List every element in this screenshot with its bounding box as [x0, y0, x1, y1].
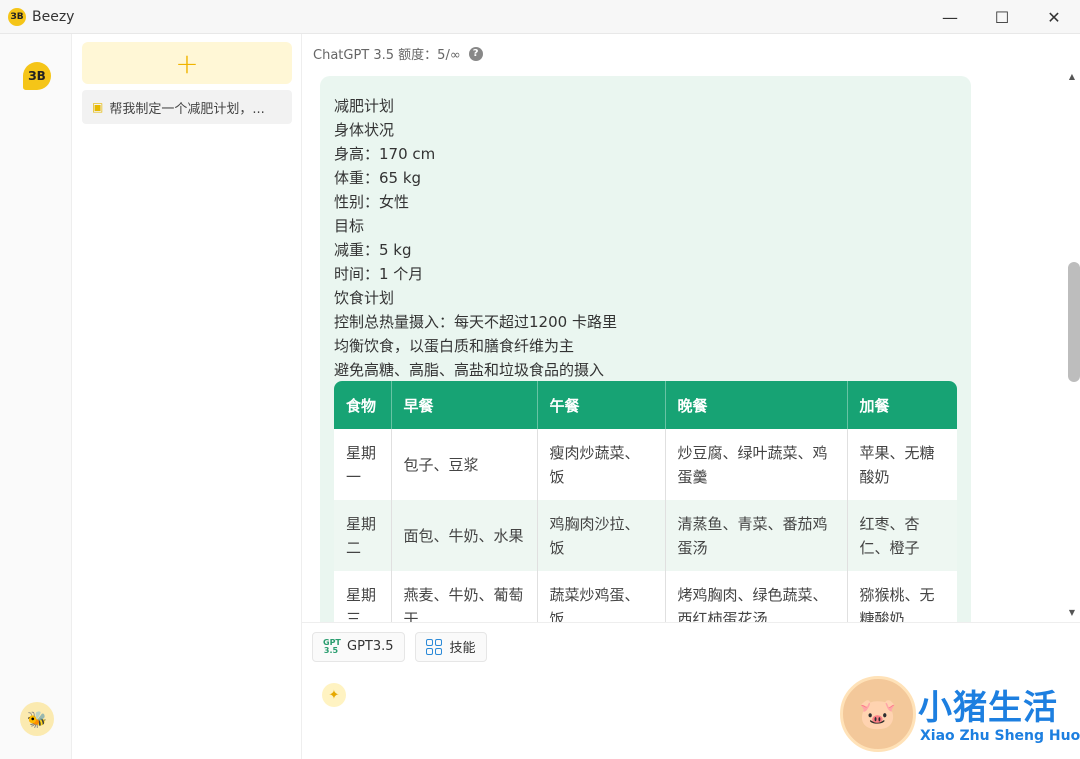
table-cell: 清蒸鱼、青菜、番茄鸡蛋汤: [665, 500, 848, 571]
new-chat-button[interactable]: +: [82, 42, 292, 84]
table-cell: 星期一: [334, 429, 392, 500]
maximize-button[interactable]: ☐: [976, 0, 1028, 34]
table-row: 星期一 包子、豆浆 瘦肉炒蔬菜、饭 炒豆腐、绿叶蔬菜、鸡蛋羹 苹果、无糖酸奶: [334, 429, 957, 500]
conversation-sidebar: + ▣ 帮我制定一个减肥计划，...: [72, 34, 302, 759]
quota-text: ChatGPT 3.5 额度：5/∞: [313, 48, 461, 63]
message-line: 避免高糖、高脂、高盐和垃圾食品的摄入: [334, 361, 605, 379]
scroll-thumb[interactable]: [1068, 262, 1080, 382]
model-select-button[interactable]: GPT 3.5 GPT3.5: [312, 631, 405, 662]
meal-plan-table: 食物 早餐 午餐 晚餐 加餐 星期一 包子、豆浆 瘦肉炒蔬菜、饭 炒豆腐、绿叶蔬…: [334, 381, 957, 622]
message-line: 时间：1 个月: [334, 265, 424, 283]
table-cell: 鸡胸肉沙拉、饭: [537, 500, 666, 571]
model-label: GPT3.5: [347, 639, 394, 654]
chat-bubble-icon: ▣: [92, 100, 104, 114]
message-line: 体重：65 kg: [334, 169, 422, 187]
gpt-icon: GPT 3.5: [323, 637, 341, 655]
message-line: 减重：5 kg: [334, 241, 412, 259]
column-header: 早餐: [391, 381, 538, 429]
message-line: 控制总热量摄入：每天不超过1200 卡路里: [334, 313, 617, 331]
close-button[interactable]: ✕: [1028, 0, 1080, 34]
table-cell: 红枣、杏仁、橙子: [847, 500, 957, 571]
app-logo-icon: ЗB: [8, 7, 26, 26]
message-text: 减肥计划 身体状况 身高：170 cm 体重：65 kg 性别：女性 目标 减重…: [334, 94, 957, 382]
input-toolbar: GPT 3.5 GPT3.5 技能: [302, 622, 1080, 670]
table-cell: 猕猴桃、无糖酸奶: [847, 571, 957, 622]
table-cell: 苹果、无糖酸奶: [847, 429, 957, 500]
table-cell: 瘦肉炒蔬菜、饭: [537, 429, 666, 500]
message-line: 身体状况: [334, 121, 395, 139]
chat-scrollbar[interactable]: ▲ ▼: [1064, 72, 1080, 622]
table-cell: 星期三: [334, 571, 392, 622]
conversation-title: 帮我制定一个减肥计划，...: [109, 101, 265, 117]
table-row: 星期二 面包、牛奶、水果 鸡胸肉沙拉、饭 清蒸鱼、青菜、番茄鸡蛋汤 红枣、杏仁、…: [334, 500, 957, 571]
table-cell: 烤鸡胸肉、绿色蔬菜、西红柿蛋花汤: [665, 571, 848, 622]
chat-area[interactable]: 减肥计划 身体状况 身高：170 cm 体重：65 kg 性别：女性 目标 减重…: [302, 72, 1080, 622]
conversation-item[interactable]: ▣ 帮我制定一个减肥计划，...: [82, 90, 292, 124]
message-line: 性别：女性: [334, 193, 410, 211]
assistant-message: 减肥计划 身体状况 身高：170 cm 体重：65 kg 性别：女性 目标 减重…: [320, 76, 971, 622]
window-controls: — ☐ ✕: [924, 0, 1080, 34]
pig-logo-icon: 🐷: [840, 676, 916, 752]
table-row: 星期三 燕麦、牛奶、葡萄干 蔬菜炒鸡蛋、饭 烤鸡胸肉、绿色蔬菜、西红柿蛋花汤 猕…: [334, 571, 957, 622]
scroll-up-icon[interactable]: ▲: [1064, 72, 1080, 86]
magic-wand-icon[interactable]: ✦: [322, 683, 346, 707]
help-icon[interactable]: ?: [468, 46, 483, 61]
watermark-title: 小猪生活: [918, 688, 1058, 728]
beezy-logo-icon[interactable]: ЗB: [23, 62, 51, 90]
title-bar: ЗB Beezy — ☐ ✕: [0, 0, 1080, 34]
message-line: 减肥计划: [334, 97, 395, 115]
column-header: 加餐: [847, 381, 957, 429]
skills-label: 技能: [449, 641, 476, 656]
message-line: 均衡饮食，以蛋白质和膳食纤维为主: [334, 337, 575, 355]
window-title: Beezy: [32, 8, 75, 25]
table-cell: 炒豆腐、绿叶蔬菜、鸡蛋羹: [665, 429, 848, 500]
message-line: 目标: [334, 217, 365, 235]
watermark-subtitle: Xiao Zhu Sheng Huo: [920, 728, 1080, 744]
minimize-button[interactable]: —: [924, 0, 976, 34]
main-panel: ChatGPT 3.5 额度：5/∞ ? 减肥计划 身体状况 身高：170 cm…: [302, 34, 1080, 759]
column-header: 午餐: [537, 381, 666, 429]
scroll-down-icon[interactable]: ▼: [1064, 608, 1080, 622]
table-cell: 燕麦、牛奶、葡萄干: [391, 571, 538, 622]
skills-button[interactable]: 技能: [414, 631, 487, 662]
table-cell: 面包、牛奶、水果: [391, 500, 538, 571]
bee-avatar-icon[interactable]: 🐝: [20, 702, 54, 736]
watermark: 🐷 小猪生活 Xiao Zhu Sheng Huo: [840, 676, 1080, 756]
table-cell: 包子、豆浆: [391, 429, 538, 500]
column-header: 食物: [334, 381, 392, 429]
table-header-row: 食物 早餐 午餐 晚餐 加餐: [334, 381, 957, 429]
message-line: 饮食计划: [334, 289, 395, 307]
quota-indicator: ChatGPT 3.5 额度：5/∞ ?: [313, 44, 483, 63]
column-header: 晚餐: [665, 381, 848, 429]
table-cell: 蔬菜炒鸡蛋、饭: [537, 571, 666, 622]
left-rail: ЗB 🐝: [0, 34, 72, 759]
table-cell: 星期二: [334, 500, 392, 571]
grid-icon: [425, 638, 442, 655]
message-line: 身高：170 cm: [334, 145, 436, 163]
